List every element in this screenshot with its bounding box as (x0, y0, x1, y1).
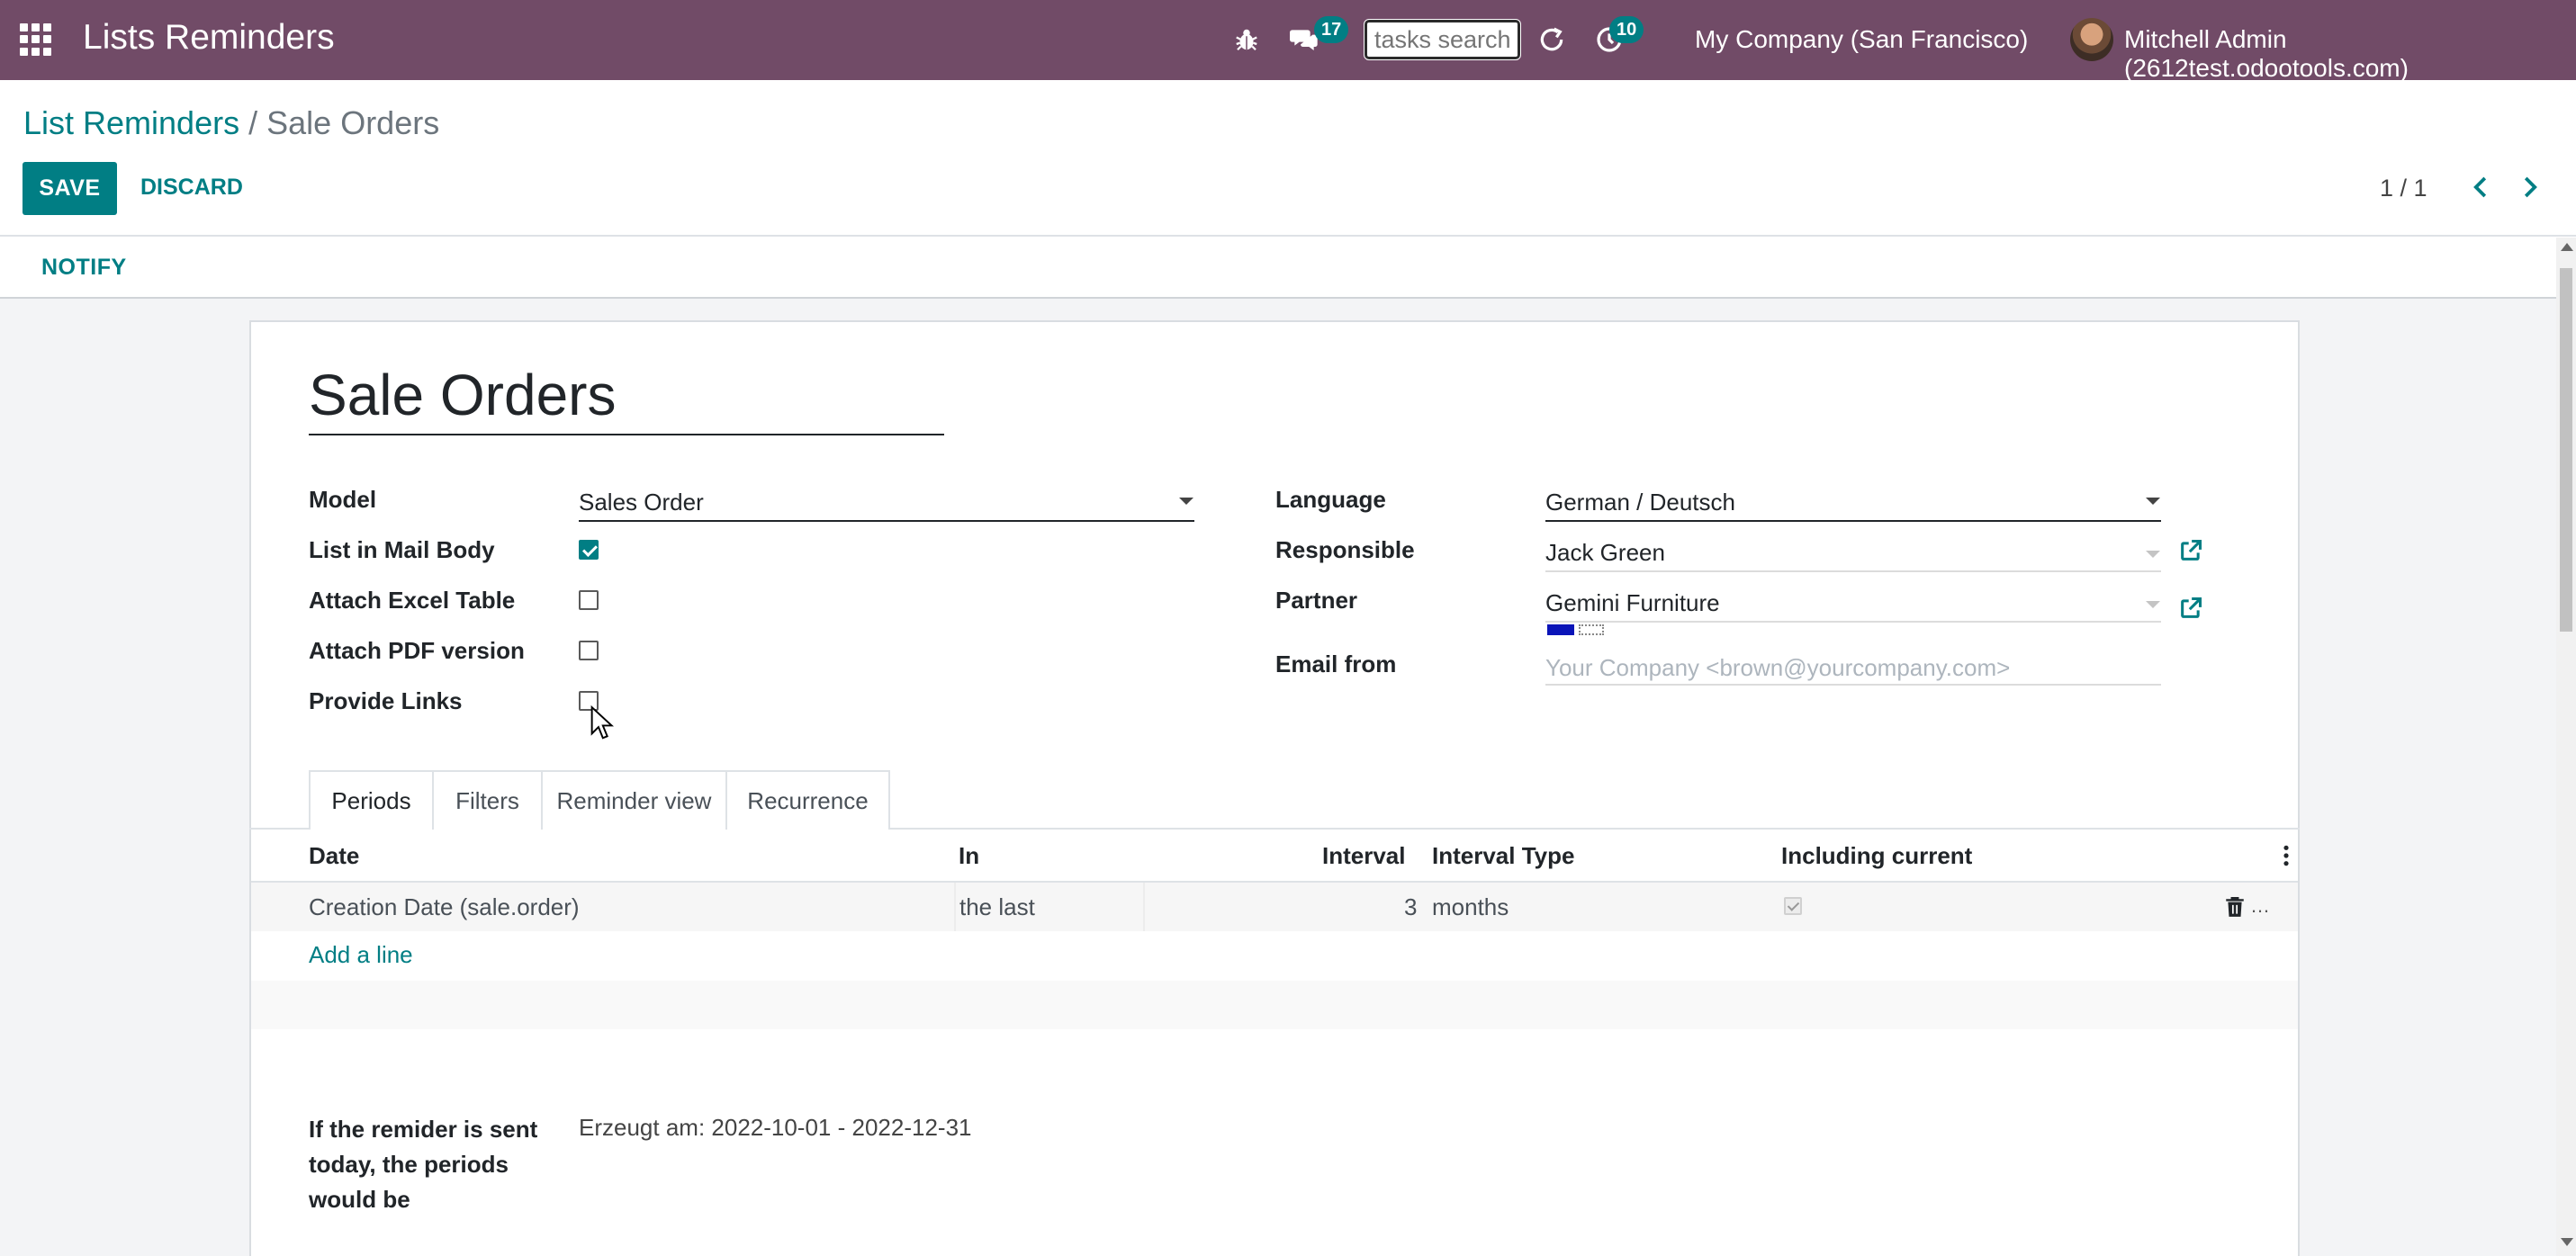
chevron-down-icon[interactable] (2146, 601, 2160, 608)
partner-label: Partner (1275, 587, 1358, 614)
form-statusbar (0, 237, 2576, 297)
cell-including-current-checkbox[interactable] (1784, 897, 1802, 915)
tab-reminder-view[interactable]: Reminder view (543, 770, 727, 830)
list-in-mail-body-label: List in Mail Body (309, 536, 495, 563)
breadcrumb-separator: / (248, 104, 258, 141)
attach-pdf-label: Attach PDF version (309, 637, 525, 664)
external-link-icon[interactable] (2178, 538, 2203, 563)
chevron-left-icon[interactable] (2468, 174, 2495, 201)
apps-menu-icon[interactable] (20, 23, 52, 56)
period-preview-value: Erzeugt am: 2022-10-01 - 2022-12-31 (579, 1114, 972, 1141)
cell-interval-type[interactable]: months (1432, 893, 1509, 921)
responsible-label: Responsible (1275, 536, 1415, 563)
breadcrumb-parent[interactable]: List Reminders (23, 104, 239, 141)
email-from-underline (1545, 684, 2161, 686)
avatar[interactable] (2070, 18, 2113, 61)
model-underline (579, 520, 1194, 522)
responsible-underline (1545, 570, 2161, 572)
chevron-down-icon[interactable] (2146, 498, 2160, 505)
cell-divider (954, 883, 956, 931)
partner-underline (1545, 621, 2161, 623)
attach-pdf-checkbox[interactable] (579, 641, 599, 660)
bug-icon[interactable] (1233, 25, 1260, 54)
mouse-cursor-icon (590, 705, 614, 740)
empty-table-row (251, 981, 2298, 1029)
partner-tag-placeholder (1579, 624, 1604, 635)
refresh-icon[interactable] (1537, 25, 1566, 54)
record-name-field[interactable]: Sale Orders (309, 362, 944, 435)
cell-interval[interactable]: 3 (1404, 893, 1417, 921)
model-label: Model (309, 486, 377, 513)
tab-recurrence[interactable]: Recurrence (727, 770, 890, 830)
messages-count-badge: 17 (1314, 16, 1349, 43)
breadcrumb-current: Sale Orders (266, 104, 440, 141)
cell-in[interactable]: the last (959, 893, 1035, 921)
column-header-including-current[interactable]: Including current (1781, 842, 1972, 870)
model-select[interactable]: Sales Order (579, 489, 704, 516)
scrollbar-thumb[interactable] (2560, 268, 2572, 632)
responsible-field[interactable]: Jack Green (1545, 539, 1665, 567)
scroll-down-arrow[interactable] (2561, 1238, 2573, 1246)
tab-filters[interactable]: Filters (434, 770, 543, 830)
email-from-label: Email from (1275, 650, 1397, 677)
user-menu[interactable]: Mitchell Admin (2612test.odootools.com) (2124, 25, 2576, 83)
chevron-down-icon[interactable] (1179, 498, 1193, 505)
attach-excel-label: Attach Excel Table (309, 587, 516, 614)
chevron-down-icon[interactable] (2146, 551, 2160, 558)
app-title[interactable]: Lists Reminders (83, 18, 335, 58)
trash-icon[interactable] (2223, 894, 2247, 920)
email-from-field[interactable]: Your Company <brown@yourcompany.com> (1545, 654, 2010, 682)
chevron-right-icon[interactable] (2516, 174, 2543, 201)
external-link-icon[interactable] (2178, 596, 2203, 621)
pager-value[interactable]: 1 / 1 (2380, 175, 2427, 202)
scroll-up-arrow[interactable] (2561, 243, 2573, 251)
partner-field[interactable]: Gemini Furniture (1545, 589, 1720, 617)
provide-links-label: Provide Links (309, 687, 463, 714)
column-header-date[interactable]: Date (309, 842, 359, 870)
row-overflow-ellipsis: … (2250, 894, 2270, 917)
language-label: Language (1275, 486, 1386, 513)
column-header-interval-type[interactable]: Interval Type (1432, 842, 1574, 870)
column-header-interval[interactable]: Interval (1322, 842, 1406, 870)
breadcrumb: List Reminders / Sale Orders (23, 104, 439, 142)
column-options-icon[interactable] (2283, 844, 2290, 867)
notify-button[interactable]: NOTIFY (41, 255, 127, 281)
cell-date[interactable]: Creation Date (sale.order) (309, 893, 580, 921)
discard-button[interactable]: DISCARD (140, 175, 243, 201)
top-navbar: Lists Reminders 17 10 My Company (San Fr… (0, 0, 2576, 83)
tasks-search-input[interactable] (1364, 19, 1521, 60)
activities-count-badge: 10 (1609, 16, 1644, 43)
attach-excel-checkbox[interactable] (579, 590, 599, 610)
partner-color-tag (1547, 624, 1574, 635)
cell-divider (1143, 883, 1145, 931)
add-line-link[interactable]: Add a line (309, 941, 413, 969)
period-preview-label: If the remider is sent today, the period… (309, 1116, 538, 1213)
language-underline (1545, 520, 2161, 522)
company-switcher[interactable]: My Company (San Francisco) (1695, 25, 2028, 54)
column-header-in[interactable]: In (959, 842, 979, 870)
save-button[interactable]: SAVE (23, 162, 117, 215)
list-in-mail-body-checkbox[interactable] (579, 540, 599, 560)
language-select[interactable]: German / Deutsch (1545, 489, 1735, 516)
tab-periods[interactable]: Periods (309, 770, 434, 830)
